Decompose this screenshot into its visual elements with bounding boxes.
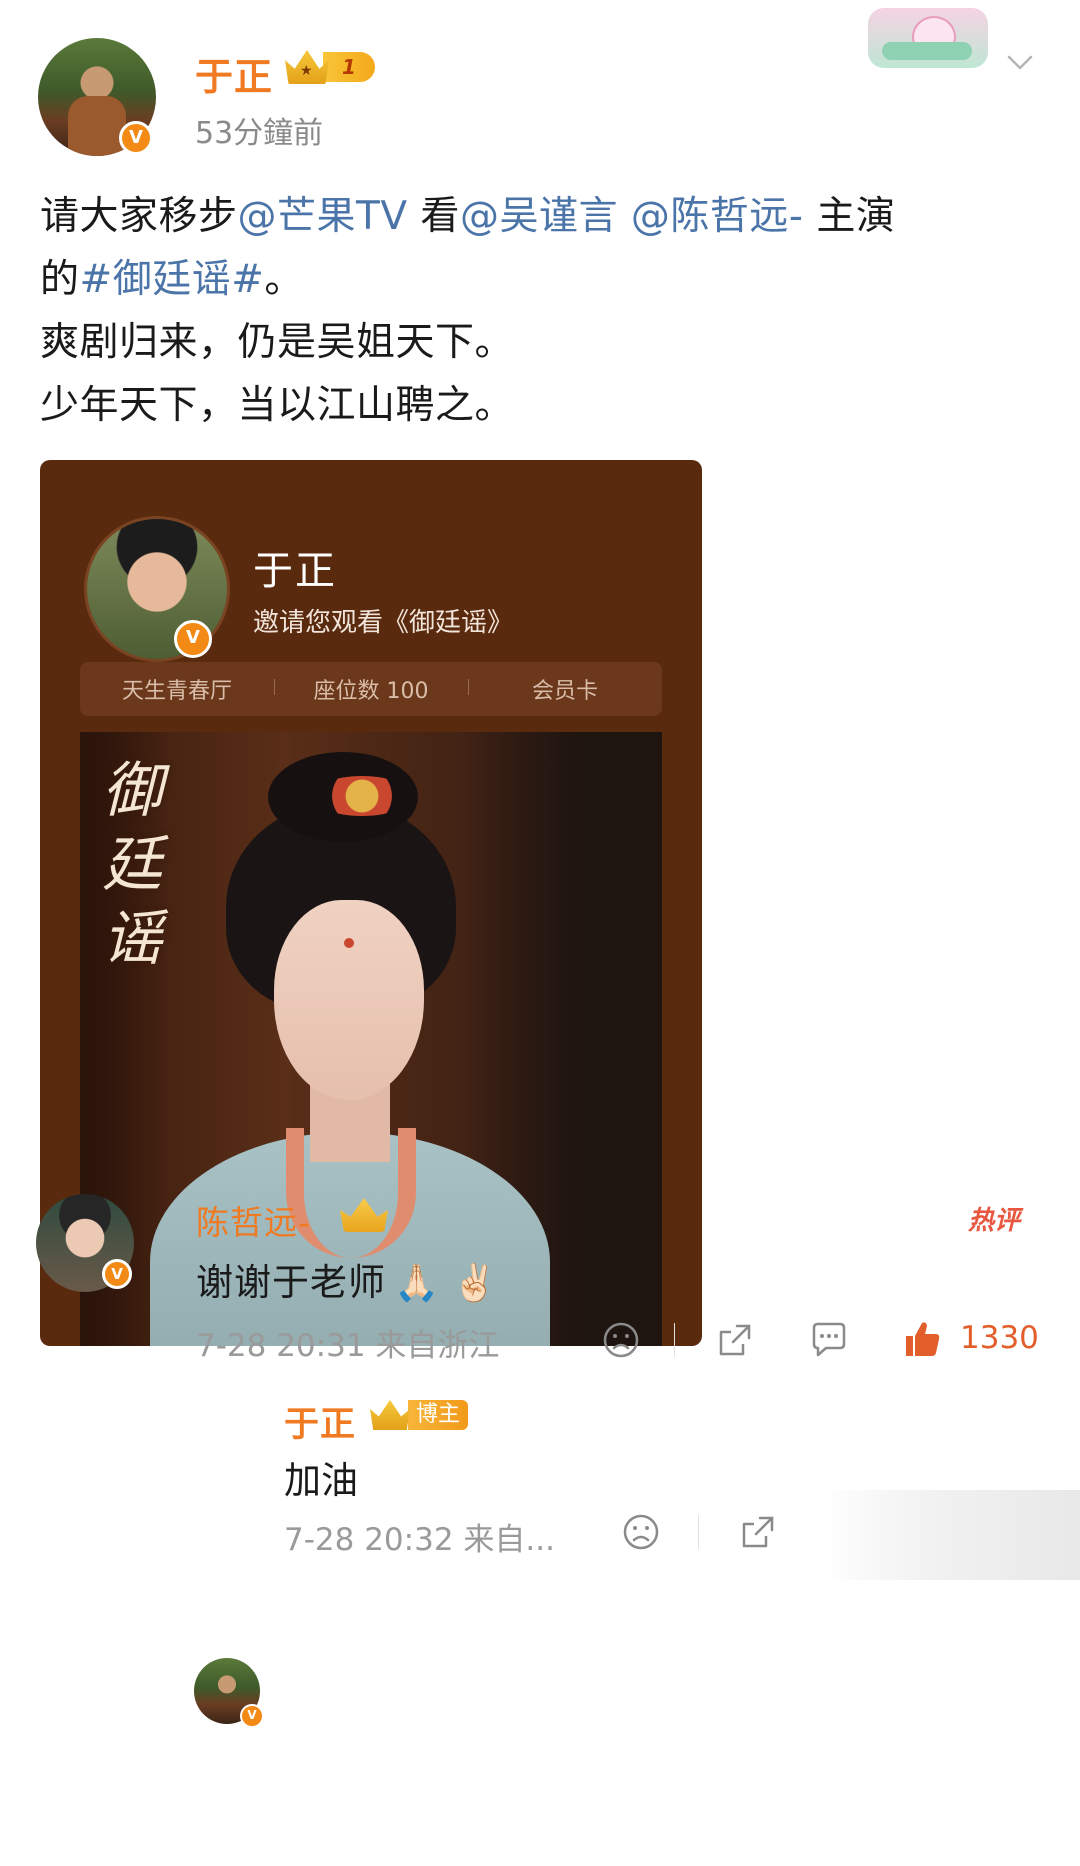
comment-meta: 7-28 20:31 来自浙江 [196, 1328, 500, 1364]
author-name[interactable]: 于正 [195, 46, 273, 101]
post-text-segment: 请大家移步 [40, 194, 238, 239]
action-divider [674, 1323, 675, 1357]
membership-card: 会员卡 [468, 673, 662, 705]
post-text-segment: 。 [264, 257, 304, 302]
member-level-badge[interactable]: ★ 1 [285, 50, 375, 84]
like-count[interactable]: 1330 [960, 1320, 1039, 1356]
commenter-name[interactable]: 陈哲远- [196, 1196, 311, 1244]
blogger-badge: 博主 [370, 1400, 469, 1430]
sad-face-icon[interactable] [601, 1320, 641, 1360]
member-level: 1 [323, 52, 375, 82]
crown-icon [370, 1400, 410, 1430]
seat-count: 座位数 100 [274, 673, 468, 705]
post-line-1: 请大家移步@芒果TV 看@吴谨言 @陈哲远- 主演 [40, 185, 1040, 248]
action-divider [698, 1515, 699, 1549]
card-subtitle: 邀请您观看《御廷谣》 [253, 608, 514, 638]
poster-title: 御廷谣 [102, 756, 162, 974]
comment-text: 谢谢于老师 🙏🏻 ✌🏻 [196, 1252, 498, 1306]
card-name: 于正 [253, 548, 337, 594]
verified-v-icon: V [174, 620, 212, 658]
chevron-down-icon[interactable] [1006, 48, 1034, 76]
decor-sticker-icon [868, 8, 988, 68]
reply-text: 加油 [284, 1459, 358, 1502]
bottom-fade-overlay [820, 1490, 1080, 1580]
sad-face-icon[interactable] [621, 1512, 661, 1552]
verified-v-icon: V [102, 1259, 132, 1289]
post-text-segment: 看 [407, 194, 460, 239]
hall-name: 天生青春厅 [121, 679, 232, 704]
mention-chenzheyuan[interactable]: @陈哲远- [631, 194, 804, 239]
comment-bubble-icon[interactable] [808, 1320, 850, 1360]
post-line-4: 少年天下，当以江山聘之。 [40, 383, 515, 428]
mention-mangotv[interactable]: @芒果TV [238, 194, 408, 239]
comment-body: 谢谢于老师 [196, 1261, 386, 1304]
hot-comment-tag: 热评 [968, 1206, 1021, 1236]
post-text-segment: 的 [40, 257, 80, 302]
hashtag-link[interactable]: #御廷谣# [80, 257, 265, 302]
comment-emoji: 🙏🏻 ✌🏻 [394, 1263, 499, 1304]
post-body: 请大家移步@芒果TV 看@吴谨言 @陈哲远- 主演 的#御廷谣#。 爽剧归来，仍… [40, 185, 1040, 437]
share-icon[interactable] [738, 1512, 778, 1552]
verified-v-icon: V [119, 121, 153, 155]
share-icon[interactable] [715, 1320, 755, 1360]
post-line-2: 的#御廷谣#。 [40, 248, 1040, 311]
blogger-label: 博主 [408, 1400, 469, 1430]
reply-author-name[interactable]: 于正 [284, 1396, 356, 1447]
card-info-bar: 天生青春厅 座位数 100 会员卡 [80, 662, 662, 716]
post-time: 53分鐘前 [195, 116, 324, 151]
mention-wujinyan[interactable]: @吴谨言 [460, 194, 618, 239]
reply-meta: 7-28 20:32 来自... [284, 1522, 555, 1558]
verified-v-icon: V [240, 1704, 264, 1728]
post-text-segment: 主演 [803, 194, 896, 239]
post-line-3: 爽剧归来，仍是吴姐天下。 [40, 320, 515, 365]
thumbs-up-icon[interactable] [902, 1318, 942, 1360]
